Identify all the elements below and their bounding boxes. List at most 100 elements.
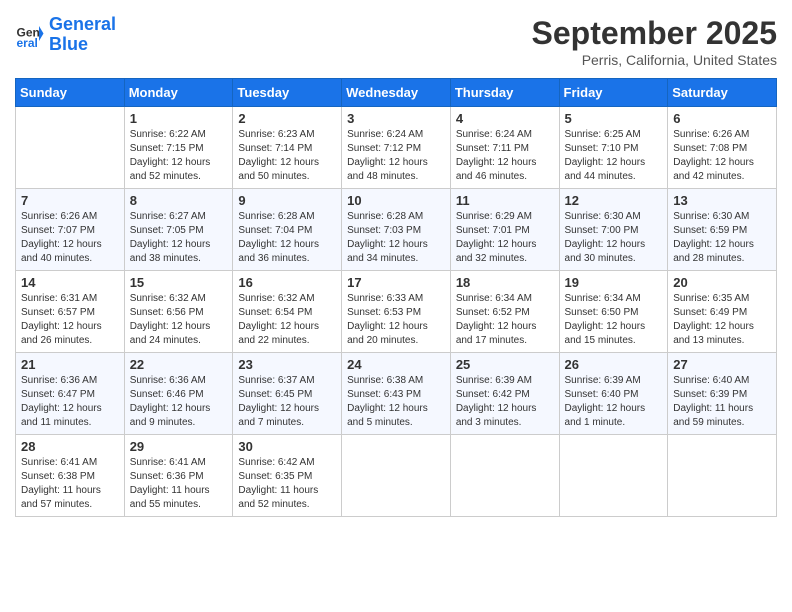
calendar-cell: 1 Sunrise: 6:22 AMSunset: 7:15 PMDaylight… — [124, 107, 233, 189]
month-title: September 2025 — [532, 15, 777, 52]
day-number: 21 — [21, 357, 119, 372]
day-info: Sunrise: 6:28 AMSunset: 7:04 PMDaylight:… — [238, 210, 336, 266]
day-info: Sunrise: 6:42 AMSunset: 6:35 PMDaylight:… — [238, 456, 336, 512]
header-day: Friday — [559, 79, 668, 107]
day-number: 16 — [238, 275, 336, 290]
day-info: Sunrise: 6:29 AMSunset: 7:01 PMDaylight:… — [456, 210, 554, 266]
calendar-cell — [450, 435, 559, 517]
day-number: 24 — [347, 357, 445, 372]
day-info: Sunrise: 6:36 AMSunset: 6:47 PMDaylight:… — [21, 374, 119, 430]
calendar-cell: 24 Sunrise: 6:38 AMSunset: 6:43 PMDayligh… — [342, 353, 451, 435]
day-info: Sunrise: 6:31 AMSunset: 6:57 PMDaylight:… — [21, 292, 119, 348]
day-number: 4 — [456, 111, 554, 126]
day-number: 7 — [21, 193, 119, 208]
calendar-cell: 12Sunrise: 6:30 AMSunset: 7:00 PMDayligh… — [559, 189, 668, 271]
day-number: 13 — [673, 193, 771, 208]
day-number: 11 — [456, 193, 554, 208]
day-info: Sunrise: 6:38 AMSunset: 6:43 PMDaylight:… — [347, 374, 445, 430]
calendar-cell — [16, 107, 125, 189]
day-info: Sunrise: 6:27 AMSunset: 7:05 PMDaylight:… — [130, 210, 228, 266]
svg-text:eral: eral — [17, 36, 38, 50]
calendar-week-row: 28 Sunrise: 6:41 AMSunset: 6:38 PMDayligh… — [16, 435, 777, 517]
calendar-cell: 23Sunrise: 6:37 AMSunset: 6:45 PMDayligh… — [233, 353, 342, 435]
day-number: 25 — [456, 357, 554, 372]
header-day: Monday — [124, 79, 233, 107]
calendar-week-row: 7 Sunrise: 6:26 AMSunset: 7:07 PMDaylight… — [16, 189, 777, 271]
title-block: September 2025 Perris, California, Unite… — [532, 15, 777, 68]
calendar-cell: 15 Sunrise: 6:32 AMSunset: 6:56 PMDayligh… — [124, 271, 233, 353]
calendar-cell: 10 Sunrise: 6:28 AMSunset: 7:03 PMDayligh… — [342, 189, 451, 271]
day-number: 10 — [347, 193, 445, 208]
day-number: 1 — [130, 111, 228, 126]
calendar-header: SundayMondayTuesdayWednesdayThursdayFrid… — [16, 79, 777, 107]
day-number: 15 — [130, 275, 228, 290]
calendar-cell: 14Sunrise: 6:31 AMSunset: 6:57 PMDayligh… — [16, 271, 125, 353]
calendar-cell: 26 Sunrise: 6:39 AMSunset: 6:40 PMDayligh… — [559, 353, 668, 435]
day-number: 3 — [347, 111, 445, 126]
day-number: 27 — [673, 357, 771, 372]
day-info: Sunrise: 6:30 AMSunset: 6:59 PMDaylight:… — [673, 210, 771, 266]
header-day: Thursday — [450, 79, 559, 107]
calendar-cell: 8 Sunrise: 6:27 AMSunset: 7:05 PMDaylight… — [124, 189, 233, 271]
calendar-cell: 16 Sunrise: 6:32 AMSunset: 6:54 PMDayligh… — [233, 271, 342, 353]
day-info: Sunrise: 6:41 AMSunset: 6:38 PMDaylight:… — [21, 456, 119, 512]
day-number: 30 — [238, 439, 336, 454]
header-day: Saturday — [668, 79, 777, 107]
day-number: 6 — [673, 111, 771, 126]
day-info: Sunrise: 6:33 AMSunset: 6:53 PMDaylight:… — [347, 292, 445, 348]
logo: Gen eral GeneralBlue — [15, 15, 116, 55]
day-number: 8 — [130, 193, 228, 208]
calendar-week-row: 1 Sunrise: 6:22 AMSunset: 7:15 PMDaylight… — [16, 107, 777, 189]
calendar-cell: 9 Sunrise: 6:28 AMSunset: 7:04 PMDaylight… — [233, 189, 342, 271]
day-info: Sunrise: 6:41 AMSunset: 6:36 PMDaylight:… — [130, 456, 228, 512]
calendar-cell: 7 Sunrise: 6:26 AMSunset: 7:07 PMDaylight… — [16, 189, 125, 271]
calendar-body: 1 Sunrise: 6:22 AMSunset: 7:15 PMDaylight… — [16, 107, 777, 517]
day-info: Sunrise: 6:24 AMSunset: 7:12 PMDaylight:… — [347, 128, 445, 184]
day-info: Sunrise: 6:39 AMSunset: 6:40 PMDaylight:… — [565, 374, 663, 430]
day-info: Sunrise: 6:28 AMSunset: 7:03 PMDaylight:… — [347, 210, 445, 266]
day-info: Sunrise: 6:24 AMSunset: 7:11 PMDaylight:… — [456, 128, 554, 184]
location-subtitle: Perris, California, United States — [532, 52, 777, 68]
day-info: Sunrise: 6:32 AMSunset: 6:54 PMDaylight:… — [238, 292, 336, 348]
day-number: 2 — [238, 111, 336, 126]
calendar-cell: 29 Sunrise: 6:41 AMSunset: 6:36 PMDayligh… — [124, 435, 233, 517]
calendar-week-row: 14Sunrise: 6:31 AMSunset: 6:57 PMDayligh… — [16, 271, 777, 353]
calendar-cell: 28 Sunrise: 6:41 AMSunset: 6:38 PMDayligh… — [16, 435, 125, 517]
calendar-cell — [559, 435, 668, 517]
day-number: 19 — [565, 275, 663, 290]
day-info: Sunrise: 6:34 AMSunset: 6:50 PMDaylight:… — [565, 292, 663, 348]
calendar-cell: 11 Sunrise: 6:29 AMSunset: 7:01 PMDayligh… — [450, 189, 559, 271]
page-header: Gen eral GeneralBlue September 2025 Perr… — [15, 15, 777, 68]
day-number: 26 — [565, 357, 663, 372]
day-info: Sunrise: 6:26 AMSunset: 7:08 PMDaylight:… — [673, 128, 771, 184]
calendar-cell: 18Sunrise: 6:34 AMSunset: 6:52 PMDayligh… — [450, 271, 559, 353]
calendar-cell: 6 Sunrise: 6:26 AMSunset: 7:08 PMDaylight… — [668, 107, 777, 189]
logo-icon: Gen eral — [15, 20, 45, 50]
header-row: SundayMondayTuesdayWednesdayThursdayFrid… — [16, 79, 777, 107]
day-number: 28 — [21, 439, 119, 454]
day-info: Sunrise: 6:40 AMSunset: 6:39 PMDaylight:… — [673, 374, 771, 430]
day-number: 5 — [565, 111, 663, 126]
day-info: Sunrise: 6:32 AMSunset: 6:56 PMDaylight:… — [130, 292, 228, 348]
header-day: Sunday — [16, 79, 125, 107]
calendar-cell: 20Sunrise: 6:35 AMSunset: 6:49 PMDayligh… — [668, 271, 777, 353]
logo-text: GeneralBlue — [49, 15, 116, 55]
calendar-cell: 22Sunrise: 6:36 AMSunset: 6:46 PMDayligh… — [124, 353, 233, 435]
calendar-cell: 21 Sunrise: 6:36 AMSunset: 6:47 PMDayligh… — [16, 353, 125, 435]
day-info: Sunrise: 6:22 AMSunset: 7:15 PMDaylight:… — [130, 128, 228, 184]
header-day: Wednesday — [342, 79, 451, 107]
day-info: Sunrise: 6:26 AMSunset: 7:07 PMDaylight:… — [21, 210, 119, 266]
day-number: 9 — [238, 193, 336, 208]
day-number: 17 — [347, 275, 445, 290]
day-info: Sunrise: 6:37 AMSunset: 6:45 PMDaylight:… — [238, 374, 336, 430]
day-info: Sunrise: 6:39 AMSunset: 6:42 PMDaylight:… — [456, 374, 554, 430]
day-number: 29 — [130, 439, 228, 454]
calendar-cell: 2Sunrise: 6:23 AMSunset: 7:14 PMDaylight… — [233, 107, 342, 189]
day-info: Sunrise: 6:35 AMSunset: 6:49 PMDaylight:… — [673, 292, 771, 348]
day-number: 18 — [456, 275, 554, 290]
calendar-cell: 19 Sunrise: 6:34 AMSunset: 6:50 PMDayligh… — [559, 271, 668, 353]
calendar-cell: 27 Sunrise: 6:40 AMSunset: 6:39 PMDayligh… — [668, 353, 777, 435]
day-number: 12 — [565, 193, 663, 208]
day-number: 22 — [130, 357, 228, 372]
day-info: Sunrise: 6:25 AMSunset: 7:10 PMDaylight:… — [565, 128, 663, 184]
